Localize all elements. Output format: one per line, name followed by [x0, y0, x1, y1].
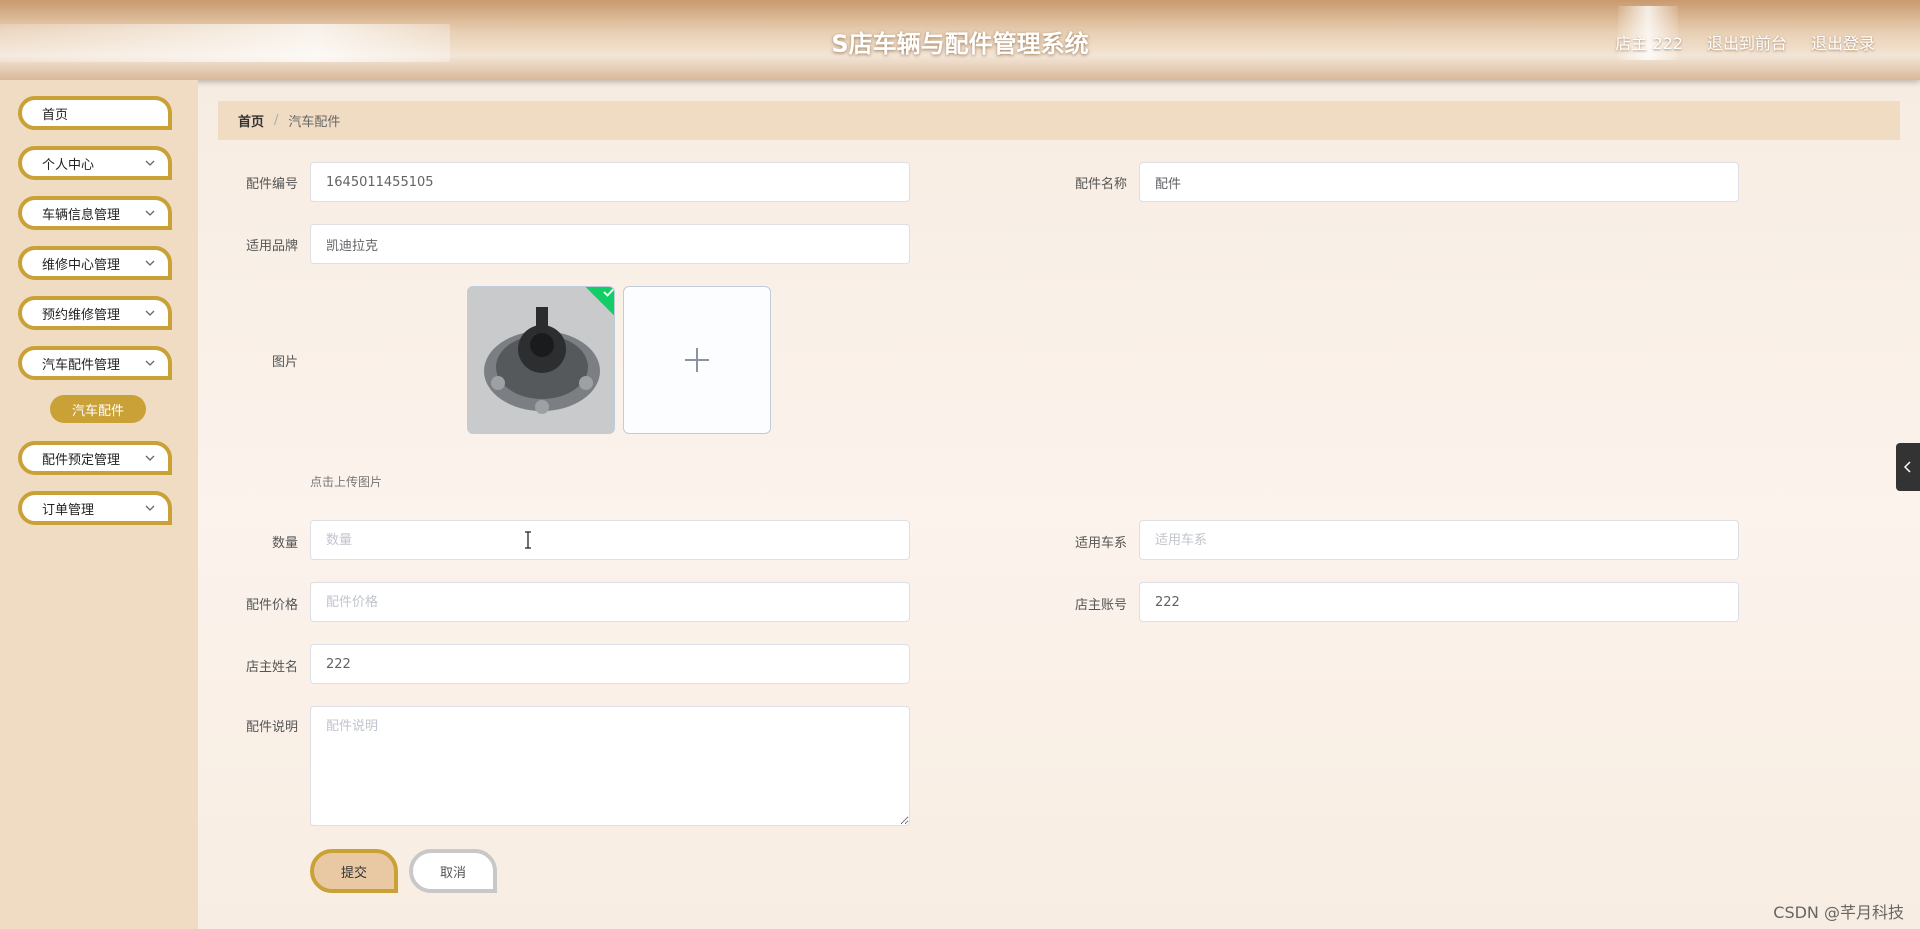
image-upload-button[interactable]	[623, 286, 771, 434]
part-name-input[interactable]	[1139, 162, 1739, 202]
description-label: 配件说明	[245, 720, 298, 735]
chevron-down-icon	[145, 505, 155, 511]
top-header: S店车辆与配件管理系统 店主 222 退出到前台 退出登录	[0, 0, 1920, 80]
logout-link[interactable]: 退出登录	[1811, 30, 1875, 54]
sidebar-item-repair-booking[interactable]: 预约维修管理	[18, 296, 172, 330]
breadcrumb-home[interactable]: 首页	[238, 111, 264, 130]
owner-account-label: 店主账号	[1074, 598, 1127, 613]
cancel-button[interactable]: 取消	[409, 849, 497, 893]
brand-label: 适用品牌	[245, 239, 298, 254]
upload-hint: 点击上传图片	[310, 475, 383, 489]
text-cursor-icon	[525, 531, 531, 549]
sidebar: 首页 个人中心 车辆信息管理 维修中心管理 预约维修管理 汽车配件管理 汽车配件…	[0, 80, 198, 929]
car-series-input[interactable]	[1139, 520, 1739, 560]
chevron-down-icon	[145, 260, 155, 266]
description-textarea[interactable]	[310, 706, 910, 826]
sidebar-item-orders[interactable]: 订单管理	[18, 491, 172, 525]
sidebar-item-label: 汽车配件管理	[42, 357, 121, 373]
breadcrumb: 首页 / 汽车配件	[218, 101, 1900, 140]
sidebar-item-personal-center[interactable]: 个人中心	[18, 146, 172, 180]
sidebar-item-parts-reservation[interactable]: 配件预定管理	[18, 441, 172, 475]
part-no-label: 配件编号	[245, 177, 298, 192]
price-label: 配件价格	[245, 598, 298, 613]
part-name-label: 配件名称	[1074, 177, 1127, 192]
brand-input[interactable]	[310, 224, 910, 264]
quantity-label: 数量	[271, 536, 298, 551]
owner-name-label: 店主姓名	[245, 660, 298, 675]
side-panel-toggle[interactable]	[1896, 443, 1920, 491]
sidebar-item-label: 首页	[42, 107, 69, 123]
sidebar-item-label: 维修中心管理	[42, 257, 121, 273]
sidebar-item-label: 车辆信息管理	[42, 207, 121, 223]
owner-name-input[interactable]	[310, 644, 910, 684]
sidebar-item-repair-center[interactable]: 维修中心管理	[18, 246, 172, 280]
uploaded-part-image[interactable]	[467, 286, 615, 434]
sidebar-item-label: 订单管理	[42, 502, 95, 518]
breadcrumb-current: 汽车配件	[288, 115, 341, 130]
owner-account-input[interactable]	[1139, 582, 1739, 622]
water-pump-image	[468, 287, 614, 433]
sidebar-item-vehicle-info[interactable]: 车辆信息管理	[18, 196, 172, 230]
chevron-down-icon	[145, 360, 155, 366]
price-input[interactable]	[310, 582, 910, 622]
chevron-down-icon	[145, 160, 155, 166]
sidebar-subitem-parts[interactable]: 汽车配件	[50, 395, 146, 423]
exit-to-frontend-link[interactable]: 退出到前台	[1707, 30, 1787, 54]
current-user-label: 店主 222	[1615, 34, 1683, 53]
image-label: 图片	[271, 355, 298, 370]
sidebar-item-label: 配件预定管理	[42, 452, 121, 468]
submit-button[interactable]: 提交	[310, 849, 398, 893]
sidebar-item-home[interactable]: 首页	[18, 96, 172, 130]
chevron-left-icon	[1903, 461, 1911, 473]
header-user-links: 店主 222 退出到前台 退出登录	[1615, 30, 1875, 54]
breadcrumb-separator: /	[274, 113, 279, 128]
watermark: CSDN @芊月科技	[1773, 903, 1904, 922]
chevron-down-icon	[145, 310, 155, 316]
car-series-label: 适用车系	[1074, 536, 1127, 551]
plus-icon	[685, 348, 709, 372]
part-no-input[interactable]	[310, 162, 910, 202]
sidebar-item-label: 个人中心	[42, 157, 95, 173]
sidebar-item-label: 预约维修管理	[42, 307, 121, 323]
quantity-input[interactable]	[310, 520, 910, 560]
chevron-down-icon	[145, 455, 155, 461]
chevron-down-icon	[145, 210, 155, 216]
check-icon	[603, 287, 614, 297]
sidebar-item-parts-management[interactable]: 汽车配件管理	[18, 346, 172, 380]
